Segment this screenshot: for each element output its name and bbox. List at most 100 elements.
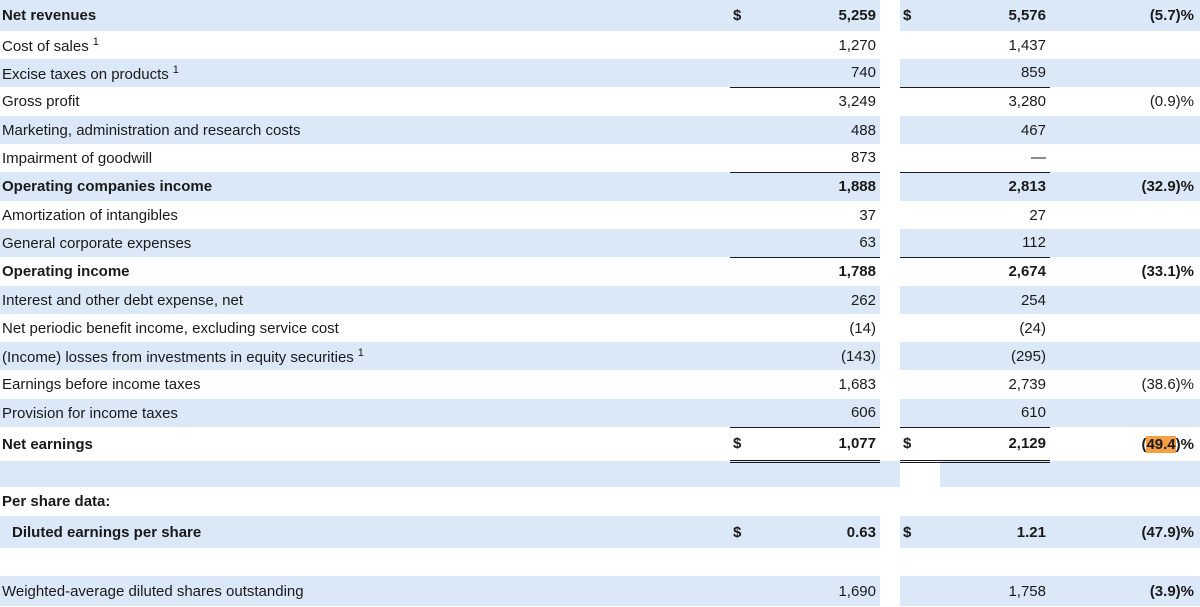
currency-symbol xyxy=(900,201,940,229)
footnote-marker: 1 xyxy=(92,35,99,48)
table-row: Operating income 1,788 2,674 (33.1)% xyxy=(0,257,1200,286)
empty-cell xyxy=(730,576,770,606)
percent-change: (5.7)% xyxy=(1050,0,1200,31)
row-label-text: Cost of sales xyxy=(2,37,89,55)
value-current: 1,690 xyxy=(770,576,880,606)
currency-symbol xyxy=(900,31,940,59)
row-label: Net earnings xyxy=(0,427,730,461)
row-label: Impairment of goodwill xyxy=(0,144,730,172)
row-label: Provision for income taxes xyxy=(0,399,730,427)
currency-symbol xyxy=(730,116,770,144)
value-current: 5,259 xyxy=(770,0,880,31)
percent-change xyxy=(1050,144,1200,172)
table-row: Impairment of goodwill 873 — xyxy=(0,144,1200,173)
row-label: Operating companies income xyxy=(0,172,730,201)
percent-change: (49.4)% xyxy=(1050,427,1200,461)
table-row: Earnings before income taxes 1,683 2,739 (3… xyxy=(0,370,1200,399)
percent-change: (3.9)% xyxy=(1050,576,1200,606)
table-row: Net earnings $1,077 $2,129 (49.4)% xyxy=(0,427,1200,463)
percent-change: (47.9)% xyxy=(1050,516,1200,548)
currency-symbol xyxy=(730,399,770,428)
empty-cell xyxy=(770,548,880,576)
value-prior: (24) xyxy=(1019,319,1046,337)
value-prior: 5,576 xyxy=(940,0,1050,31)
row-label-text: Operating income xyxy=(2,263,130,280)
empty-cell xyxy=(900,576,940,606)
empty-cell xyxy=(880,461,900,487)
percent-change: (0.9)% xyxy=(1149,93,1194,110)
column-gap xyxy=(880,427,900,461)
table-row: (Income) losses from investments in equi… xyxy=(0,342,1200,370)
empty-cell xyxy=(900,548,940,576)
row-label-text: Impairment of goodwill xyxy=(2,149,153,167)
table-row xyxy=(0,461,1200,487)
value-prior: 254 xyxy=(940,286,1050,314)
currency-symbol xyxy=(730,229,770,258)
percent-change xyxy=(1050,314,1200,342)
row-label: Net periodic benefit income, excluding s… xyxy=(0,314,730,342)
percent-change: (32.9)% xyxy=(1050,172,1200,201)
empty-cell xyxy=(880,487,900,516)
table-row xyxy=(0,548,1200,576)
value-prior: 2,674 xyxy=(1008,263,1046,281)
currency-symbol xyxy=(900,59,940,88)
row-label-text: Excise taxes on products xyxy=(2,65,169,83)
currency-symbol xyxy=(900,172,940,201)
column-gap xyxy=(880,87,900,116)
column-gap xyxy=(880,314,900,342)
currency-symbol xyxy=(730,257,770,286)
value-current: 873 xyxy=(770,144,880,173)
row-label: General corporate expenses xyxy=(0,229,730,257)
value-prior: 1,758 xyxy=(940,576,1050,606)
value-current: 740 xyxy=(770,59,880,88)
value-prior: 27 xyxy=(1029,206,1046,224)
currency-symbol: $ xyxy=(730,0,770,31)
table-row: Excise taxes on products 1 740 859 xyxy=(0,59,1200,88)
value-current: 1,788 xyxy=(838,263,876,281)
column-gap xyxy=(880,399,900,427)
row-label: Operating income xyxy=(0,257,730,286)
table-row: Interest and other debt expense, net 262 2… xyxy=(0,286,1200,314)
currency-symbol: $ xyxy=(900,0,940,31)
column-gap xyxy=(880,201,900,229)
row-label-text: (Income) losses from investments in equi… xyxy=(2,348,354,366)
row-label-text: Net earnings xyxy=(2,435,93,453)
value-current: 0.63 xyxy=(770,516,880,548)
currency-symbol xyxy=(730,201,770,229)
currency-symbol xyxy=(900,314,940,342)
table-row: Provision for income taxes 606 610 xyxy=(0,399,1200,428)
value-current: (14) xyxy=(849,319,876,337)
table-row: Operating companies income 1,888 2,813 (32.… xyxy=(0,172,1200,201)
row-label-text: Earnings before income taxes xyxy=(2,376,201,393)
currency-symbol xyxy=(730,370,770,399)
percent-change xyxy=(1050,201,1200,229)
currency-symbol xyxy=(730,87,770,116)
value-prior: 2,129 xyxy=(940,427,1050,463)
percent-change: (38.6)% xyxy=(1141,376,1194,393)
value-current: 3,249 xyxy=(838,93,876,111)
column-gap xyxy=(880,116,900,144)
highlighted-percent: 49.4 xyxy=(1146,435,1176,453)
column-gap xyxy=(880,144,900,172)
row-label: Cost of sales 1 xyxy=(0,31,730,59)
value-current: 1,888 xyxy=(770,172,880,201)
percent-change xyxy=(1050,286,1200,314)
row-label: Interest and other debt expense, net xyxy=(0,286,730,314)
row-label-text: Net periodic benefit income, excluding s… xyxy=(2,319,339,337)
currency-symbol xyxy=(730,144,770,173)
table-row: Net revenues $5,259 $5,576 (5.7)% xyxy=(0,0,1200,31)
row-label: Marketing, administration and research c… xyxy=(0,116,730,144)
row-label: Weighted-average diluted shares outstand… xyxy=(0,576,730,606)
table-row: Diluted earnings per share $0.63 $1.21 (47.… xyxy=(0,516,1200,548)
table-row: Gross profit 3,249 3,280 (0.9)% xyxy=(0,87,1200,116)
empty-cell xyxy=(1050,461,1200,487)
row-label: Excise taxes on products 1 xyxy=(0,59,730,87)
column-gap xyxy=(880,59,900,87)
table-row: Cost of sales 1 1,270 1,437 xyxy=(0,31,1200,59)
empty-cell xyxy=(1050,487,1200,516)
value-current: 262 xyxy=(770,286,880,314)
empty-cell xyxy=(940,461,1050,487)
value-prior: 859 xyxy=(940,59,1050,88)
table-row: Marketing, administration and research c… xyxy=(0,116,1200,144)
currency-symbol: $ xyxy=(730,427,770,463)
